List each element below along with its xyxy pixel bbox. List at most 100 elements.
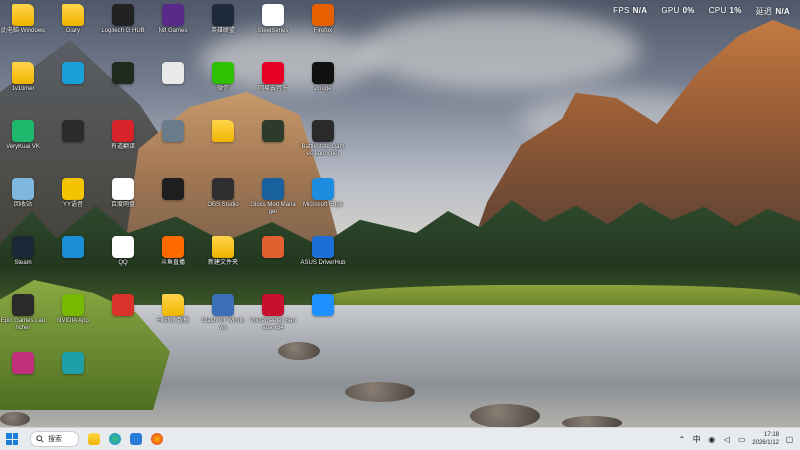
edge-taskbar-icon[interactable] (109, 433, 121, 445)
desktop-icon[interactable]: Firefox (300, 4, 346, 35)
recycle-bin-icon (12, 178, 34, 200)
desktop-icon[interactable] (200, 120, 246, 144)
desktop-icon[interactable]: Gloss Mod Manager (250, 178, 296, 216)
fps-label: FPS (613, 6, 630, 15)
desktop-icon-label: Clash for Windows (201, 318, 245, 331)
desktop-icon[interactable]: ASUS DriverHub (300, 236, 346, 267)
desktop-icon[interactable]: 回收站 (0, 178, 46, 209)
desktop-icon[interactable] (50, 236, 96, 260)
desktop-icon[interactable] (0, 352, 46, 376)
desktop-icon[interactable]: 斗鱼直播 (150, 236, 196, 267)
desktop-icon-label: 有道翻译 (110, 144, 135, 150)
desktop-icon[interactable]: Voicemeeter Banana x64 (250, 294, 296, 332)
file-explorer-icon[interactable] (88, 433, 100, 445)
voicemeeter-icon (262, 294, 284, 316)
desktop-icon[interactable]: 网易云音乐 (250, 62, 296, 93)
desktop-icon-label: 此电脑·Windows (0, 28, 46, 34)
youdao-icon (112, 120, 134, 142)
windows-start-icon[interactable] (6, 433, 18, 445)
desktop-icon[interactable] (150, 178, 196, 202)
firefox-taskbar-icon[interactable] (151, 433, 163, 445)
verykuai-icon (12, 120, 34, 142)
desktop-icon-label: 新建文件夹 (207, 260, 238, 266)
monitor-icon (62, 62, 84, 84)
desktop-icon[interactable] (150, 62, 196, 86)
battery-icon[interactable]: ▭ (737, 435, 746, 444)
desktop-icon-label: Firefox (313, 28, 333, 34)
qq-icon (112, 236, 134, 258)
volume-icon[interactable]: ◁ (722, 435, 731, 444)
desktop-icon[interactable] (50, 62, 96, 86)
desktop-icon[interactable]: QQ (100, 236, 146, 267)
desktop-icon[interactable] (250, 120, 296, 144)
fps-value: N/A (632, 6, 648, 15)
desktop-icon[interactable] (50, 120, 96, 144)
desktop-icon[interactable]: 百度网盘 (100, 178, 146, 209)
desktop-icon[interactable]: N8 Games (150, 4, 196, 35)
desktop-icon[interactable]: Steam (0, 236, 46, 267)
desktop-icon[interactable]: 英雄联盟 (200, 4, 246, 35)
desktop-icon[interactable]: NVIDIA App (50, 294, 96, 325)
desktop-icon[interactable] (100, 62, 146, 86)
desktop-icon[interactable] (300, 294, 346, 318)
desktop-icon[interactable] (50, 352, 96, 376)
z-app-icon (312, 62, 334, 84)
desktop-icon[interactable]: OBS Studio (200, 178, 246, 209)
desktop-icon-label: NVIDIA App (57, 318, 89, 324)
gloss-mod-icon (262, 178, 284, 200)
desktop-icon[interactable] (250, 236, 296, 260)
desktop-icon[interactable]: Firefox 数据 (150, 294, 196, 325)
store-taskbar-icon[interactable] (130, 433, 142, 445)
desktop-icon[interactable]: VeryKuai VK (0, 120, 46, 151)
game-icon (212, 4, 234, 26)
desktop-icon[interactable]: Diary (50, 4, 96, 35)
nvidia-icon (62, 294, 84, 316)
desktop-icon[interactable]: 微信 (200, 62, 246, 93)
folder-icon (162, 294, 184, 316)
game-icon (162, 4, 184, 26)
desktop-icon[interactable] (150, 120, 196, 144)
desktop-icon-label: Microsoft Edge (302, 202, 344, 208)
input-method-icon[interactable]: 中 (692, 435, 701, 444)
desktop-icon-label: 1v1timer (11, 86, 35, 92)
network-icon[interactable]: ◉ (707, 435, 716, 444)
taskbar: 搜索 ⌃ 中 ◉ ◁ ▭ 17:18 2026/1/12 ▢ (0, 427, 800, 450)
desktop-icon[interactable]: Battlestate Games Launcher (300, 120, 346, 158)
gpu-label: GPU (661, 6, 680, 15)
clock-time: 17:18 (763, 432, 779, 438)
desktop-icon-label: 网易云音乐 (257, 86, 288, 92)
app-icon (162, 120, 184, 142)
desktop-icon[interactable]: Clash for Windows (200, 294, 246, 332)
search-icon (36, 435, 44, 443)
desktop-icon[interactable]: YY语音 (50, 178, 96, 209)
green-arrow-icon (112, 62, 134, 84)
latency-value: N/A (775, 7, 790, 16)
desktop-icon[interactable]: 新建文件夹 (200, 236, 246, 267)
gpu-stat: GPU 0% (661, 6, 694, 17)
folder-icon (12, 4, 34, 26)
desktop-icon-label: 英雄联盟 (210, 28, 235, 34)
desktop-icon[interactable]: 此电脑·Windows (0, 4, 46, 35)
desktop-icon-label: VeryKuai VK (6, 144, 40, 150)
desktop-icon-label: Steam (14, 260, 32, 266)
desktop-icon[interactable]: Epic Games Launcher (0, 294, 46, 332)
cpu-value: 1% (729, 6, 742, 15)
notification-icon[interactable]: ▢ (785, 435, 794, 444)
taskbar-search-box[interactable]: 搜索 (30, 431, 79, 447)
chevron-up-icon[interactable]: ⌃ (677, 435, 686, 444)
desktop-icon[interactable]: Zhuge (300, 62, 346, 93)
desktop-icon-label: Epic Games Launcher (0, 318, 46, 331)
clock[interactable]: 17:18 2026/1/12 (752, 431, 779, 447)
desktop-icon-label: SteelSeries (257, 28, 289, 34)
desktop-icon[interactable]: Logitech G HUB (100, 4, 146, 35)
folder-icon (62, 4, 84, 26)
desktop-icon[interactable]: SteelSeries (250, 4, 296, 35)
desktop-icon[interactable] (100, 294, 146, 318)
desktop-icon[interactable]: Microsoft Edge (300, 178, 346, 209)
desktop-icon[interactable]: 1v1timer (0, 62, 46, 93)
app-icon (162, 178, 184, 200)
latency-label: 延迟 (755, 7, 773, 16)
app-icon (312, 294, 334, 316)
cloud (360, 10, 640, 90)
desktop-icon[interactable]: 有道翻译 (100, 120, 146, 151)
